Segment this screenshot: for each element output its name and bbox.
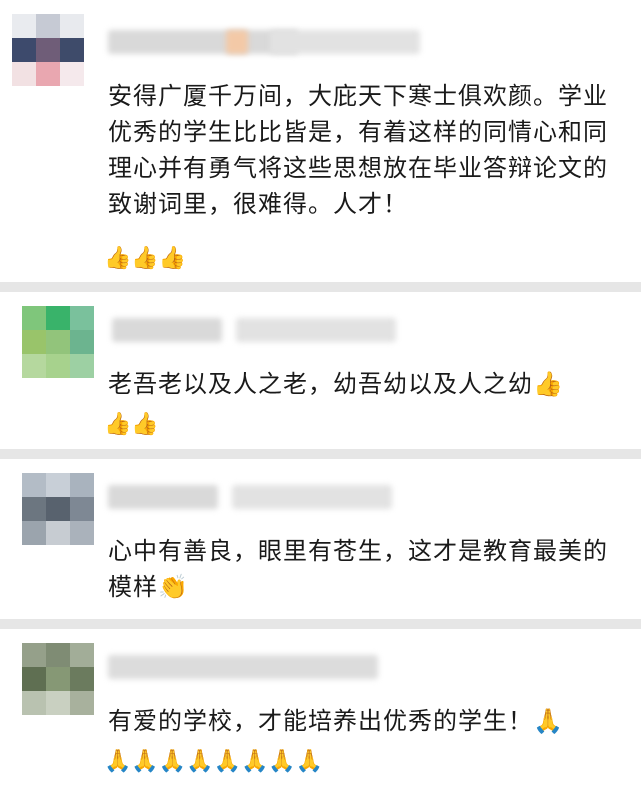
blurred-meta: [270, 30, 420, 54]
reaction-row: 🙏🙏🙏🙏🙏🙏🙏🙏: [104, 747, 325, 777]
comment-1: 安得广厦千万间，大庇天下寒士俱欢颜。学业优秀的学生比比皆是，有着这样的同情心和同…: [0, 0, 641, 282]
divider: [0, 449, 641, 459]
blurred-meta: [232, 485, 392, 509]
divider: [0, 619, 641, 629]
pray-icon: 🙏🙏🙏🙏🙏🙏🙏🙏: [104, 749, 324, 774]
thumbs-up-icon: 👍👍: [104, 412, 159, 437]
comment-4: 有爱的学校，才能培养出优秀的学生！🙏 🙏🙏🙏🙏🙏🙏🙏🙏: [0, 629, 641, 789]
avatar[interactable]: [22, 306, 94, 378]
blurred-meta: [236, 318, 396, 342]
avatar[interactable]: [22, 643, 94, 715]
comment-text: 有爱的学校，才能培养出优秀的学生！🙏: [108, 707, 564, 735]
thumbs-up-icon: 👍👍👍: [104, 246, 187, 271]
blurred-username[interactable]: [108, 655, 378, 679]
reaction-row: 👍👍👍: [104, 244, 188, 274]
blurred-username[interactable]: [108, 485, 218, 509]
reaction-row: 👍👍: [104, 410, 161, 440]
comment-text: 安得广厦千万间，大庇天下寒士俱欢颜。学业优秀的学生比比皆是，有着这样的同情心和同…: [108, 82, 608, 218]
comment-text: 老吾老以及人之老，幼吾幼以及人之幼👍: [108, 370, 564, 398]
blurred-username-extra: [226, 30, 248, 54]
avatar[interactable]: [12, 14, 84, 86]
divider: [0, 282, 641, 292]
comment-text: 心中有善良，眼里有苍生，这才是教育最美的模样👏: [108, 537, 608, 601]
comment-2: 老吾老以及人之老，幼吾幼以及人之幼👍 👍👍: [0, 292, 641, 449]
comment-3: 心中有善良，眼里有苍生，这才是教育最美的模样👏: [0, 459, 641, 619]
avatar[interactable]: [22, 473, 94, 545]
blurred-username[interactable]: [112, 318, 222, 342]
